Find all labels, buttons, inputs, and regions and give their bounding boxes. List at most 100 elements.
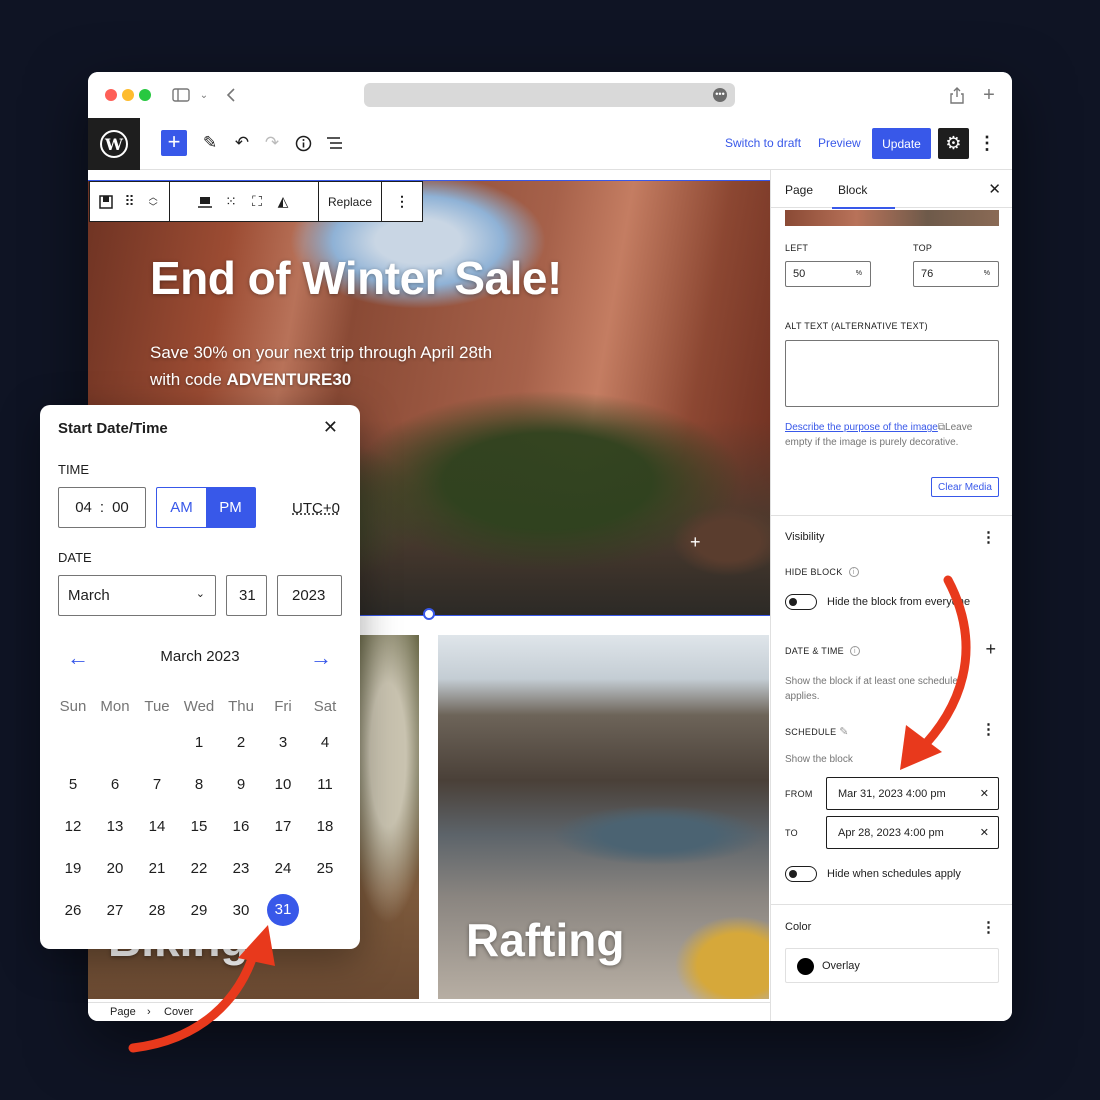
color-options-icon[interactable]: ⋮ [981,918,996,936]
calendar-day[interactable]: 13 [94,818,136,835]
info-icon[interactable]: i [848,567,859,577]
to-date-field[interactable]: Apr 28, 2023 4:00 pm ✕ [826,816,999,849]
hide-block-toggle[interactable] [785,594,817,610]
full-height-icon[interactable]: ⛶ [248,193,266,210]
timezone-label[interactable]: UTC+0 [292,500,340,517]
calendar-day[interactable]: 24 [262,860,304,877]
previous-month-arrow-icon[interactable]: ← [67,645,89,671]
calendar-day[interactable]: 18 [304,818,346,835]
rafting-card[interactable]: Rafting [438,635,769,999]
calendar-day[interactable]: 31 [262,894,304,926]
drag-handle-icon[interactable]: ⠿ [122,193,138,210]
close-icon[interactable]: ✕ [323,417,338,438]
calendar-day[interactable]: 12 [52,818,94,835]
month-select[interactable]: March ⌄ [58,575,216,616]
cover-subtitle[interactable]: Save 30% on your next trip through April… [150,339,510,393]
list-view-icon[interactable] [322,131,346,155]
preview-button[interactable]: Preview [818,136,861,150]
more-icon[interactable]: ••• [713,88,727,102]
options-menu-icon[interactable]: ⋮ [978,133,996,154]
info-icon[interactable] [291,131,315,155]
calendar-day[interactable]: 23 [220,860,262,877]
next-month-arrow-icon[interactable]: → [310,645,332,671]
calendar-day[interactable]: 6 [94,776,136,793]
undo-icon[interactable]: ↶ [230,131,254,155]
time-input[interactable]: 04 : 00 [58,487,146,528]
clear-from-icon[interactable]: ✕ [980,787,989,800]
focal-left-input[interactable]: 50% [785,261,871,287]
clear-media-button[interactable]: Clear Media [931,477,999,497]
calendar-day[interactable]: 22 [178,860,220,877]
calendar-day[interactable]: 29 [178,902,220,919]
resize-handle[interactable] [423,608,435,620]
am-button[interactable]: AM [157,488,206,527]
switch-to-draft-button[interactable]: Switch to draft [725,136,801,150]
pencil-icon[interactable]: ✎ [198,131,222,155]
content-position-icon[interactable]: ⁙ [222,193,240,210]
calendar-day[interactable]: 16 [220,818,262,835]
add-block-button[interactable]: + [161,130,187,156]
zoom-window-button[interactable] [139,89,151,101]
calendar-day[interactable]: 9 [220,776,262,793]
chevron-down-icon[interactable]: ⌄ [198,84,210,106]
close-window-button[interactable] [105,89,117,101]
align-icon[interactable] [196,196,214,208]
calendar-day[interactable]: 3 [262,734,304,751]
calendar-day[interactable]: 2 [220,734,262,751]
close-icon[interactable]: ✕ [988,180,1001,198]
calendar-day[interactable]: 8 [178,776,220,793]
tab-block[interactable]: Block [831,183,897,209]
minutes-input[interactable]: 00 [112,499,129,516]
pm-button[interactable]: PM [206,488,255,527]
calendar-day[interactable]: 5 [52,776,94,793]
back-icon[interactable] [224,84,238,106]
clear-to-icon[interactable]: ✕ [980,826,989,839]
edit-pencil-icon[interactable]: ✎ [839,726,849,738]
calendar-day[interactable]: 1 [178,734,220,751]
duotone-icon[interactable]: ◭ [274,193,292,210]
calendar-day[interactable]: 14 [136,818,178,835]
new-tab-icon[interactable]: + [980,84,998,106]
update-button[interactable]: Update [872,128,931,159]
share-icon[interactable] [948,84,966,106]
replace-button[interactable]: Replace [328,195,372,209]
sidebar-toggle-icon[interactable] [172,84,190,106]
add-schedule-icon[interactable]: + [985,639,996,660]
calendar-day[interactable]: 28 [136,902,178,919]
day-input[interactable]: 31 [226,575,267,616]
calendar-day[interactable]: 10 [262,776,304,793]
visibility-options-icon[interactable]: ⋮ [981,528,996,546]
overlay-color-button[interactable]: Overlay [785,948,999,983]
address-bar[interactable]: ••• [364,83,735,107]
calendar-day[interactable]: 26 [52,902,94,919]
focal-top-input[interactable]: 76% [913,261,999,287]
breadcrumb-page[interactable]: Page [110,1006,136,1018]
alt-text-field[interactable] [785,340,999,407]
calendar-day[interactable]: 25 [304,860,346,877]
cover-title[interactable]: End of Winter Sale! [150,251,562,305]
hide-when-schedules-toggle[interactable] [785,866,817,882]
redo-icon[interactable]: ↷ [260,131,284,155]
describe-purpose-link[interactable]: Describe the purpose of the image [785,422,938,433]
tab-page[interactable]: Page [785,183,813,197]
gear-icon[interactable]: ⚙ [938,128,969,159]
info-icon[interactable]: i [849,646,860,656]
calendar-day[interactable]: 15 [178,818,220,835]
hours-input[interactable]: 04 [75,499,92,516]
year-input[interactable]: 2023 [277,575,342,616]
rafting-card-title[interactable]: Rafting [466,913,624,967]
from-date-field[interactable]: Mar 31, 2023 4:00 pm ✕ [826,777,999,810]
calendar-day[interactable]: 19 [52,860,94,877]
calendar-day[interactable]: 7 [136,776,178,793]
calendar-day[interactable]: 20 [94,860,136,877]
calendar-day[interactable]: 11 [304,776,346,793]
calendar-day[interactable]: 30 [220,902,262,919]
focal-point-image[interactable] [785,210,999,226]
calendar-day[interactable]: 4 [304,734,346,751]
block-options-icon[interactable]: ⋮ [393,193,411,210]
move-up-down-icon[interactable]: ︿ ﹀ [145,192,161,212]
color-title[interactable]: Color [785,921,811,933]
add-block-inline-icon[interactable]: + [690,532,701,553]
schedule-options-icon[interactable]: ⋮ [981,720,996,738]
minimize-window-button[interactable] [122,89,134,101]
